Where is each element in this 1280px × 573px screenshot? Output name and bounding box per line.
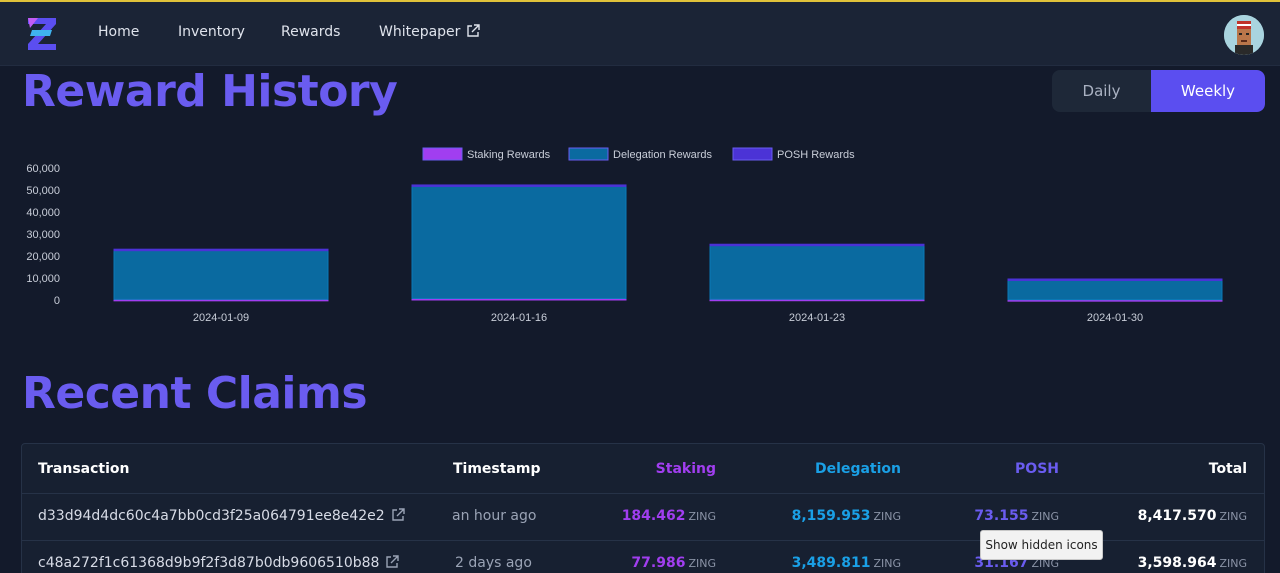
x-tick-label: 2024-01-30 — [1087, 312, 1143, 324]
bar-segment — [709, 244, 925, 300]
bar-segment — [411, 185, 627, 299]
nav-whitepaper[interactable]: Whitepaper — [379, 24, 481, 40]
bar-segment — [1007, 278, 1223, 301]
x-tick-label: 2024-01-23 — [789, 312, 845, 324]
y-tick-label: 10,000 — [26, 273, 60, 285]
total-amount: 8,417.570 ZING — [1138, 508, 1247, 524]
toggle-daily[interactable]: Daily — [1052, 70, 1151, 112]
bar-segment — [1007, 278, 1223, 281]
nav-inventory[interactable]: Inventory — [178, 24, 245, 40]
unit-label: ZING — [1219, 557, 1247, 570]
delegation-amount: 8,159.953 ZING — [792, 508, 901, 524]
bar-segment — [709, 243, 925, 247]
unit-label: ZING — [873, 510, 901, 523]
external-link-icon — [392, 508, 405, 521]
nav-home[interactable]: Home — [98, 24, 139, 40]
total-value: 8,417.570 — [1137, 508, 1217, 524]
reward-history-title: Reward History — [22, 66, 398, 117]
unit-label: ZING — [1219, 510, 1247, 523]
reward-history-chart: Staking Rewards Delegation Rewards POSH Re… — [0, 140, 1280, 340]
tx-hash: c48a272f1c61368d9b9f2f3d87b0db9606510b88 — [38, 555, 380, 571]
header-delegation: Delegation — [815, 461, 901, 477]
y-tick-label: 0 — [54, 295, 60, 307]
header-total: Total — [1208, 461, 1247, 477]
y-tick-label: 30,000 — [26, 229, 60, 241]
nav-whitepaper-label: Whitepaper — [379, 24, 461, 40]
staking-amount: 184.462 ZING — [622, 508, 716, 524]
total-value: 3,598.964 — [1137, 555, 1217, 571]
delegation-amount: 3,489.811 ZING — [792, 555, 901, 571]
external-link-icon — [386, 555, 400, 568]
unit-label: ZING — [1031, 510, 1059, 523]
delegation-value: 3,489.811 — [791, 555, 871, 571]
y-tick-label: 20,000 — [26, 251, 60, 263]
header-staking: Staking — [655, 461, 716, 477]
tx-link[interactable]: d33d94d4dc60c4a7bb0cd3f25a064791ee8e42e2 — [38, 508, 405, 524]
header-transaction: Transaction — [38, 461, 130, 477]
navbar: Home Inventory Rewards Whitepaper — [0, 2, 1280, 66]
tx-hash: d33d94d4dc60c4a7bb0cd3f25a064791ee8e42e2 — [38, 508, 385, 524]
header-posh: POSH — [1015, 461, 1059, 477]
bar-segment — [113, 249, 329, 300]
total-amount: 3,598.964 ZING — [1138, 555, 1247, 571]
legend-swatch — [422, 147, 463, 161]
delegation-value: 8,159.953 — [791, 508, 871, 524]
legend-swatch — [568, 147, 609, 161]
recent-claims-title: Recent Claims — [22, 368, 368, 419]
header-divider — [22, 493, 1264, 494]
x-tick-label: 2024-01-16 — [491, 312, 547, 324]
nav-rewards[interactable]: Rewards — [281, 24, 340, 40]
staking-value: 77.986 — [631, 555, 686, 571]
tx-link[interactable]: c48a272f1c61368d9b9f2f3d87b0db9606510b88 — [38, 555, 400, 571]
legend-label: Staking Rewards — [467, 149, 551, 161]
y-tick-label: 50,000 — [26, 185, 60, 197]
system-tooltip: Show hidden icons — [980, 530, 1103, 560]
zing-logo-icon[interactable] — [24, 14, 60, 54]
staking-amount: 77.986 ZING — [631, 555, 716, 571]
posh-amount: 73.155 ZING — [974, 508, 1059, 524]
header-timestamp: Timestamp — [453, 461, 541, 477]
staking-value: 184.462 — [621, 508, 686, 524]
bar-segment — [411, 184, 627, 187]
avatar-image-icon — [1224, 15, 1264, 55]
unit-label: ZING — [688, 557, 716, 570]
period-toggle: Daily Weekly — [1052, 70, 1265, 112]
claim-timestamp: 2 days ago — [455, 555, 532, 571]
unit-label: ZING — [688, 510, 716, 523]
claim-timestamp: an hour ago — [452, 508, 537, 524]
external-link-icon — [467, 24, 481, 37]
unit-label: ZING — [873, 557, 901, 570]
bar-segment — [113, 248, 329, 252]
y-tick-label: 60,000 — [26, 163, 60, 175]
legend-label: Delegation Rewards — [613, 149, 713, 161]
posh-value: 73.155 — [974, 508, 1029, 524]
user-avatar[interactable] — [1224, 15, 1264, 55]
x-tick-label: 2024-01-09 — [193, 312, 249, 324]
chart-svg: Staking Rewards Delegation Rewards POSH Re… — [26, 147, 1223, 324]
toggle-weekly[interactable]: Weekly — [1151, 70, 1265, 112]
legend-label: POSH Rewards — [777, 149, 855, 161]
y-tick-label: 40,000 — [26, 207, 60, 219]
legend-swatch — [732, 147, 773, 161]
